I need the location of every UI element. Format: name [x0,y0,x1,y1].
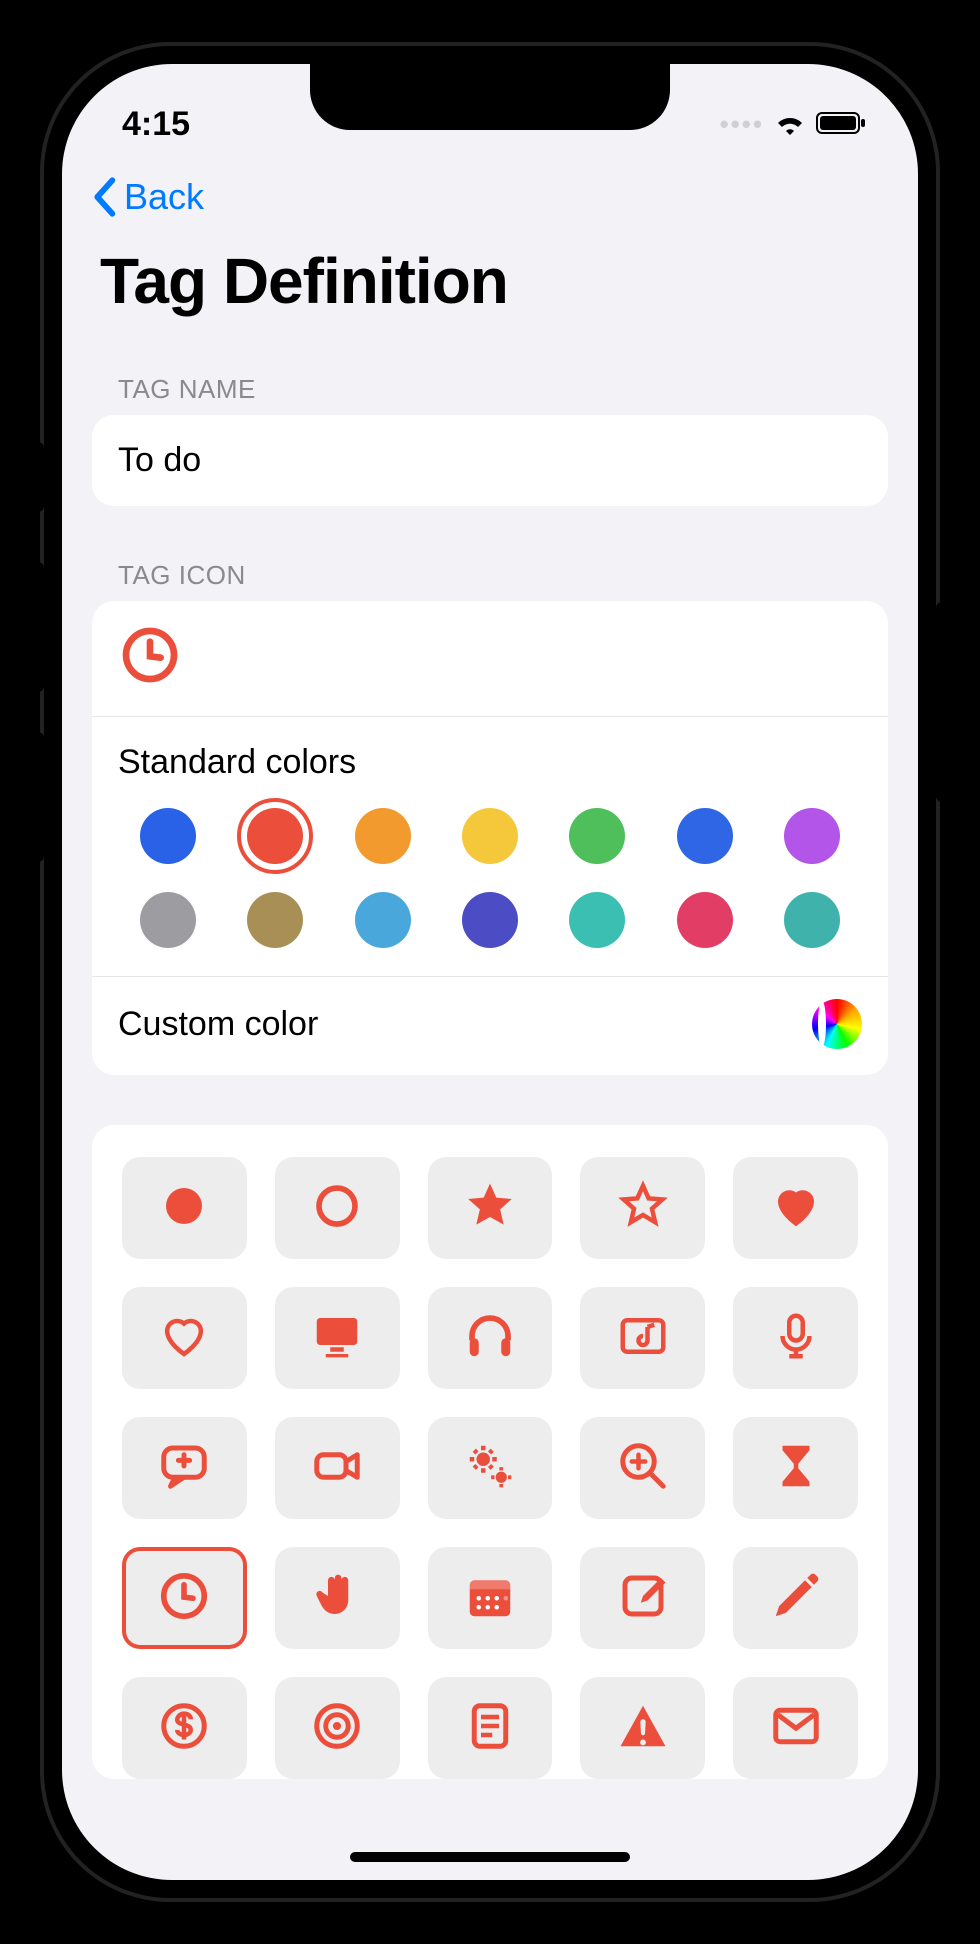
status-dots: •••• [720,109,764,140]
color-swatch[interactable] [677,808,733,864]
hand-wave-icon [310,1569,364,1628]
icon-option-envelope[interactable] [733,1677,858,1779]
microphone-icon [769,1309,823,1368]
icon-option-pencil[interactable] [733,1547,858,1649]
calendar-icon [463,1569,517,1628]
icon-option-clock[interactable] [122,1547,247,1649]
circle-fill-icon [157,1179,211,1238]
color-swatch[interactable] [140,892,196,948]
icon-option-hourglass[interactable] [733,1417,858,1519]
color-swatch[interactable] [569,892,625,948]
back-button[interactable]: Back [62,154,918,228]
standard-colors-label: Standard colors [92,717,888,798]
custom-color-row[interactable]: Custom color [92,976,888,1075]
icon-option-target[interactable] [275,1677,400,1779]
color-swatch[interactable] [247,808,303,864]
icon-option-monitor[interactable] [275,1287,400,1389]
clock-icon [118,674,182,691]
warning-triangle-icon [616,1699,670,1758]
hourglass-icon [769,1439,823,1498]
zoom-plus-icon [616,1439,670,1498]
status-time: 4:15 [122,105,190,144]
device-notch [310,64,670,130]
chat-plus-icon [157,1439,211,1498]
icon-option-music-screen[interactable] [580,1287,705,1389]
icon-option-star-fill[interactable] [428,1157,553,1259]
wifi-icon [774,105,806,144]
icon-preview [92,601,888,717]
icon-grid [122,1157,858,1779]
color-swatch[interactable] [677,892,733,948]
color-swatch[interactable] [247,892,303,948]
tag-icon-header: TAG ICON [62,506,918,601]
icon-option-circle-outline[interactable] [275,1157,400,1259]
custom-color-label: Custom color [118,1005,318,1044]
circle-outline-icon [310,1179,364,1238]
icon-option-heart-fill[interactable] [733,1157,858,1259]
headphones-icon [463,1309,517,1368]
chevron-left-icon [90,177,118,217]
pencil-icon [769,1569,823,1628]
home-indicator[interactable] [350,1852,630,1862]
star-fill-icon [463,1179,517,1238]
monitor-icon [310,1309,364,1368]
battery-icon [816,105,868,144]
icon-option-video-camera[interactable] [275,1417,400,1519]
color-swatch[interactable] [462,808,518,864]
color-swatch[interactable] [784,892,840,948]
icon-option-document-list[interactable] [428,1677,553,1779]
heart-outline-icon [157,1309,211,1368]
color-swatch[interactable] [355,892,411,948]
color-swatch[interactable] [569,808,625,864]
tag-name-header: TAG NAME [62,354,918,415]
icon-option-headphones[interactable] [428,1287,553,1389]
icon-option-star-outline[interactable] [580,1157,705,1259]
icon-option-zoom-plus[interactable] [580,1417,705,1519]
color-swatch[interactable] [355,808,411,864]
icon-option-compose[interactable] [580,1547,705,1649]
color-swatch[interactable] [784,808,840,864]
music-screen-icon [616,1309,670,1368]
dollar-circle-icon [157,1699,211,1758]
color-grid [92,798,888,976]
envelope-icon [769,1699,823,1758]
icon-option-microphone[interactable] [733,1287,858,1389]
tag-name-input[interactable] [92,415,888,506]
compose-icon [616,1569,670,1628]
color-wheel-icon [812,999,862,1049]
color-swatch[interactable] [462,892,518,948]
star-outline-icon [616,1179,670,1238]
icon-option-circle-fill[interactable] [122,1157,247,1259]
color-swatch[interactable] [140,808,196,864]
icon-option-chat-plus[interactable] [122,1417,247,1519]
document-list-icon [463,1699,517,1758]
back-label: Back [124,176,204,218]
icon-option-warning-triangle[interactable] [580,1677,705,1779]
icon-option-hand-wave[interactable] [275,1547,400,1649]
clock-icon [157,1569,211,1628]
gears-icon [463,1439,517,1498]
icon-option-heart-outline[interactable] [122,1287,247,1389]
icon-option-gears[interactable] [428,1417,553,1519]
heart-fill-icon [769,1179,823,1238]
video-camera-icon [310,1439,364,1498]
page-title: Tag Definition [62,228,918,354]
icon-option-calendar[interactable] [428,1547,553,1649]
target-icon [310,1699,364,1758]
icon-option-dollar-circle[interactable] [122,1677,247,1779]
